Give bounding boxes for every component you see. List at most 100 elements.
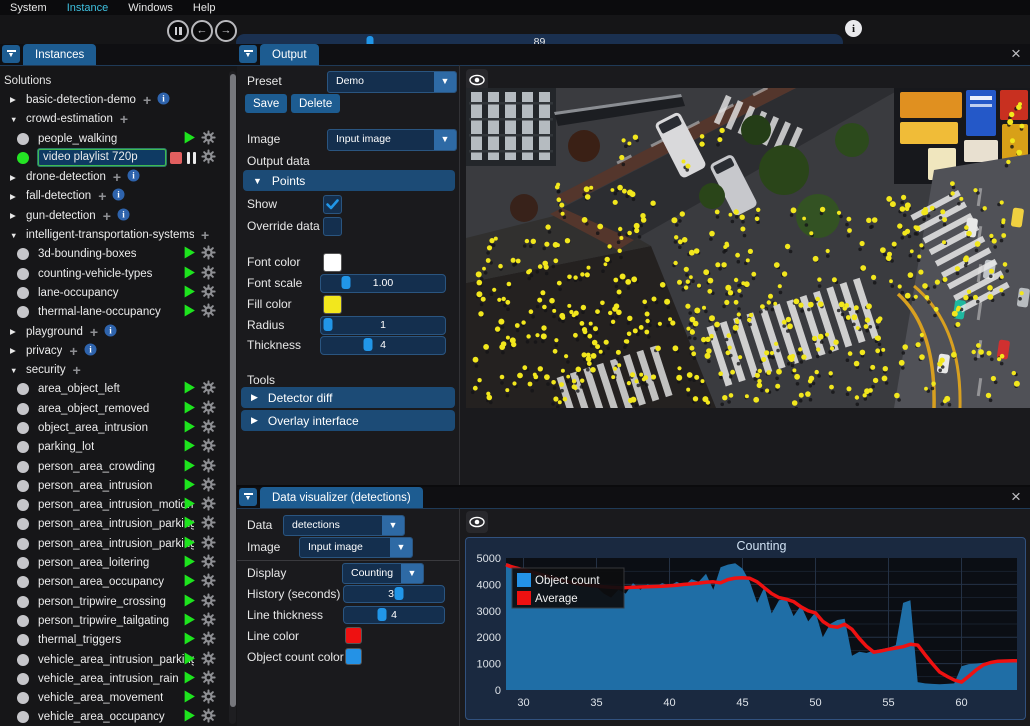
tree-row[interactable]: person_area_intrusion_parking — [0, 515, 228, 534]
tree-item-label[interactable]: person_area_intrusion_parking — [38, 538, 194, 550]
chevron-down-icon[interactable]: ▼ — [10, 115, 20, 124]
instance-name-input[interactable]: video playlist 720p — [38, 149, 166, 167]
start-instance-button[interactable] — [183, 420, 196, 436]
tab-instances[interactable]: Instances — [23, 44, 97, 65]
tree-item-label[interactable]: parking_lot — [38, 441, 94, 453]
detector-diff-bar[interactable]: ▶ Detector diff — [241, 387, 455, 408]
settings-button[interactable] — [201, 708, 216, 726]
chevron-right-icon[interactable]: ▶ — [10, 95, 20, 104]
slider-handle[interactable] — [341, 276, 351, 289]
delete-button[interactable]: Delete — [291, 94, 341, 113]
settings-button[interactable] — [201, 477, 216, 495]
radius-slider[interactable]: 1 — [320, 316, 446, 335]
info-button[interactable]: i — [112, 188, 125, 204]
tree-item-label[interactable]: vehicle_area_intrusion_parking — [38, 654, 194, 666]
start-instance-button[interactable] — [183, 671, 196, 687]
tree-row[interactable]: ▶ fall-detection + i — [0, 187, 228, 206]
tree-row[interactable]: vehicle_area_intrusion_rain — [0, 669, 228, 688]
settings-button[interactable] — [201, 458, 216, 476]
tree-row[interactable]: parking_lot — [0, 438, 228, 457]
display-dropdown[interactable]: Counting ▼ — [342, 563, 424, 584]
tree-item-label[interactable]: privacy — [26, 345, 62, 357]
tab-output[interactable]: Output — [260, 44, 319, 65]
start-instance-button[interactable] — [183, 401, 196, 417]
tree-item-label[interactable]: person_area_loitering — [38, 557, 149, 569]
chevron-right-icon[interactable]: ▶ — [10, 211, 20, 220]
start-instance-button[interactable] — [183, 497, 196, 513]
chevron-right-icon[interactable]: ▶ — [10, 327, 20, 336]
tree-row[interactable]: ▶ basic-detection-demo + i — [0, 90, 228, 109]
tree-item-label[interactable]: person_area_intrusion_motion — [38, 499, 193, 511]
preset-dropdown[interactable]: Demo ▼ — [327, 71, 457, 93]
tree-row[interactable]: person_area_crowding — [0, 457, 228, 476]
tree-row[interactable]: counting-vehicle-types — [0, 264, 228, 283]
settings-button[interactable] — [201, 554, 216, 572]
info-button[interactable]: i — [157, 92, 170, 108]
settings-button[interactable] — [201, 303, 216, 321]
add-instance-button[interactable]: + — [69, 344, 77, 358]
add-instance-button[interactable]: + — [90, 325, 98, 339]
tree-item-label[interactable]: crowd-estimation — [26, 113, 113, 125]
settings-button[interactable] — [201, 380, 216, 398]
start-instance-button[interactable] — [183, 536, 196, 552]
settings-button[interactable] — [201, 284, 216, 302]
tree-row[interactable]: ▼ crowd-estimation + — [0, 110, 228, 129]
tree-row[interactable]: ▼ intelligent-transportation-systems + — [0, 225, 228, 244]
menu-help[interactable]: Help — [183, 2, 226, 14]
tree-item-label[interactable]: counting-vehicle-types — [38, 268, 152, 280]
tree-row[interactable]: people_walking — [0, 129, 228, 148]
info-icon[interactable]: i — [845, 20, 862, 37]
line-color-swatch[interactable] — [345, 627, 362, 644]
chevron-right-icon[interactable]: ▶ — [10, 346, 20, 355]
collapse-all-icon[interactable]: ▼ — [2, 45, 20, 63]
start-instance-button[interactable] — [183, 439, 196, 455]
menu-windows[interactable]: Windows — [118, 2, 183, 14]
tree-item-label[interactable]: fall-detection — [26, 190, 91, 202]
tree-item-label[interactable]: person_tripwire_crossing — [38, 596, 166, 608]
tree-item-label[interactable]: security — [26, 364, 66, 376]
slider-handle[interactable] — [363, 338, 373, 351]
tree-item-label[interactable]: person_area_crowding — [38, 461, 155, 473]
info-button[interactable]: i — [84, 343, 97, 359]
tree-row[interactable]: ▼ security + — [0, 360, 228, 379]
add-instance-button[interactable]: + — [143, 93, 151, 107]
font-color-swatch[interactable] — [323, 253, 342, 272]
tree-row[interactable]: person_area_loitering — [0, 553, 228, 572]
info-button[interactable]: i — [117, 208, 130, 224]
tree-item-label[interactable]: drone-detection — [26, 171, 106, 183]
start-instance-button[interactable] — [183, 285, 196, 301]
tree-row[interactable]: person_area_intrusion — [0, 476, 228, 495]
tree-row[interactable]: person_tripwire_crossing — [0, 592, 228, 611]
add-instance-button[interactable]: + — [113, 170, 121, 184]
add-instance-button[interactable]: + — [201, 228, 209, 242]
start-instance-button[interactable] — [183, 459, 196, 475]
start-instance-button[interactable] — [183, 690, 196, 706]
info-button[interactable]: i — [127, 169, 140, 185]
start-instance-button[interactable] — [183, 246, 196, 262]
font-scale-slider[interactable]: 1.00 — [320, 274, 446, 293]
settings-button[interactable] — [201, 535, 216, 553]
settings-button[interactable] — [201, 245, 216, 263]
settings-button[interactable] — [201, 438, 216, 456]
tree-item-label[interactable]: basic-detection-demo — [26, 94, 136, 106]
tree-item-label[interactable]: people_walking — [38, 133, 117, 145]
start-instance-button[interactable] — [183, 574, 196, 590]
video-view[interactable] — [466, 88, 1030, 408]
eye-visibility-button[interactable] — [466, 511, 488, 533]
settings-button[interactable] — [201, 631, 216, 649]
tree-row[interactable]: video playlist 720p — [0, 148, 228, 167]
settings-button[interactable] — [201, 612, 216, 630]
step-back-button[interactable]: ← — [191, 20, 213, 42]
close-visualizer-icon[interactable]: × — [1008, 487, 1024, 507]
stop-instance-button[interactable] — [169, 151, 182, 164]
overlay-interface-bar[interactable]: ▶ Overlay interface — [241, 410, 455, 431]
start-instance-button[interactable] — [183, 594, 196, 610]
tree-item-label[interactable]: intelligent-transportation-systems — [26, 229, 194, 241]
tree-row[interactable]: vehicle_area_movement — [0, 689, 228, 708]
history-slider[interactable]: 35 — [343, 585, 445, 603]
tree-item-label[interactable]: thermal-lane-occupancy — [38, 306, 161, 318]
start-instance-button[interactable] — [183, 478, 196, 494]
start-instance-button[interactable] — [183, 709, 196, 725]
tree-row[interactable]: object_area_intrusion — [0, 418, 228, 437]
settings-button[interactable] — [201, 515, 216, 533]
